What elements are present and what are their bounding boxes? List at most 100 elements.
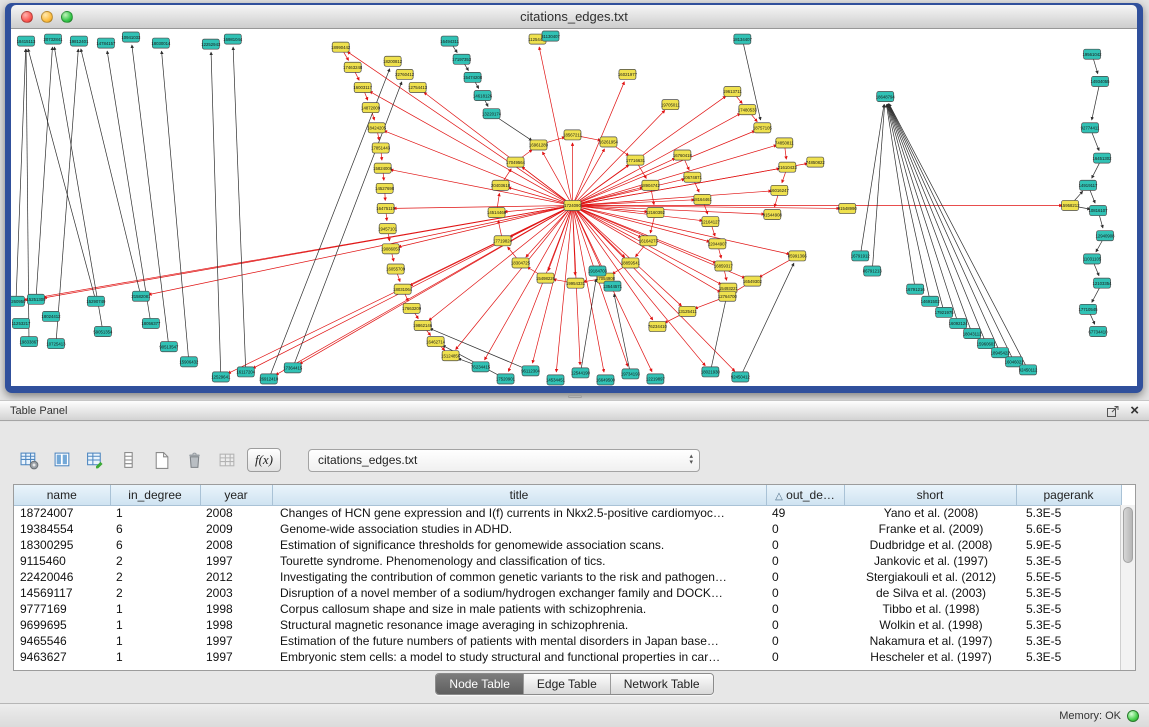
cell-title[interactable]: Investigating the contribution of common…: [272, 569, 766, 585]
cell-short[interactable]: Wolkin et al. (1998): [844, 617, 1016, 633]
close-panel-icon[interactable]: ×: [1130, 403, 1139, 418]
cell-out_degree[interactable]: 0: [766, 537, 844, 553]
cell-in_degree[interactable]: 2: [110, 585, 200, 601]
import-table-icon[interactable]: [214, 447, 240, 473]
table-row[interactable]: 946362711997Embryonic stem cells: a mode…: [14, 649, 1121, 665]
cell-out_degree[interactable]: 0: [766, 617, 844, 633]
close-window-button[interactable]: [21, 11, 33, 23]
cell-in_degree[interactable]: 1: [110, 617, 200, 633]
cell-name[interactable]: 9777169: [14, 601, 110, 617]
cell-in_degree[interactable]: 6: [110, 521, 200, 537]
cell-title[interactable]: Estimation of significance thresholds fo…: [272, 537, 766, 553]
table-row[interactable]: 1830029562008Estimation of significance …: [14, 537, 1121, 553]
cell-name[interactable]: 18724007: [14, 505, 110, 521]
cell-out_degree[interactable]: 0: [766, 569, 844, 585]
cell-year[interactable]: 1997: [200, 649, 272, 665]
table-row[interactable]: 1872400712008Changes of HCN gene express…: [14, 505, 1121, 521]
cell-year[interactable]: 2008: [200, 537, 272, 553]
cell-year[interactable]: 1997: [200, 633, 272, 649]
tab-edge-table[interactable]: Edge Table: [524, 674, 611, 694]
cell-pagerank[interactable]: 5.3E-5: [1016, 585, 1121, 601]
cell-name[interactable]: 9463627: [14, 649, 110, 665]
cell-pagerank[interactable]: 5.9E-5: [1016, 537, 1121, 553]
cell-out_degree[interactable]: 0: [766, 585, 844, 601]
table-row[interactable]: 946554611997Estimation of the future num…: [14, 633, 1121, 649]
cell-title[interactable]: Tourette syndrome. Phenomenology and cla…: [272, 553, 766, 569]
cell-title[interactable]: Genome-wide association studies in ADHD.: [272, 521, 766, 537]
cell-short[interactable]: Stergiakouli et al. (2012): [844, 569, 1016, 585]
table-selector[interactable]: citations_edges.txt ▴▾: [308, 449, 700, 472]
cell-in_degree[interactable]: 1: [110, 601, 200, 617]
cell-out_degree[interactable]: 0: [766, 633, 844, 649]
cell-year[interactable]: 2009: [200, 521, 272, 537]
cell-name[interactable]: 9465546: [14, 633, 110, 649]
cell-pagerank[interactable]: 5.5E-5: [1016, 569, 1121, 585]
cell-short[interactable]: Dudbridge et al. (2008): [844, 537, 1016, 553]
tab-node-table[interactable]: Node Table: [436, 674, 524, 694]
table-row[interactable]: 977716911998Corpus callosum shape and si…: [14, 601, 1121, 617]
network-view[interactable]: 1724090185672111626195417716631189047421…: [11, 29, 1137, 386]
cell-year[interactable]: 1997: [200, 553, 272, 569]
cell-out_degree[interactable]: 0: [766, 521, 844, 537]
cell-title[interactable]: Changes of HCN gene expression and I(f) …: [272, 505, 766, 521]
cell-title[interactable]: Estimation of the future numbers of pati…: [272, 633, 766, 649]
cell-out_degree[interactable]: 0: [766, 649, 844, 665]
cell-title[interactable]: Corpus callosum shape and size in male p…: [272, 601, 766, 617]
scrollbar-thumb[interactable]: [1123, 507, 1133, 563]
cell-short[interactable]: Hescheler et al. (1997): [844, 649, 1016, 665]
cell-in_degree[interactable]: 1: [110, 633, 200, 649]
cell-in_degree[interactable]: 2: [110, 569, 200, 585]
table-row[interactable]: 2242004622012Investigating the contribut…: [14, 569, 1121, 585]
cell-year[interactable]: 2008: [200, 505, 272, 521]
cell-out_degree[interactable]: 0: [766, 601, 844, 617]
cell-pagerank[interactable]: 5.3E-5: [1016, 633, 1121, 649]
cell-short[interactable]: Franke et al. (2009): [844, 521, 1016, 537]
cell-year[interactable]: 1998: [200, 617, 272, 633]
table-row[interactable]: 911546021997Tourette syndrome. Phenomeno…: [14, 553, 1121, 569]
cell-short[interactable]: Yano et al. (2008): [844, 505, 1016, 521]
column-settings-icon[interactable]: [16, 447, 42, 473]
new-table-icon[interactable]: [148, 447, 174, 473]
column-header-short[interactable]: short: [844, 485, 1016, 505]
cell-short[interactable]: Jankovic et al. (1997): [844, 553, 1016, 569]
cell-short[interactable]: Tibbo et al. (1998): [844, 601, 1016, 617]
cell-title[interactable]: Structural magnetic resonance image aver…: [272, 617, 766, 633]
cell-pagerank[interactable]: 5.3E-5: [1016, 505, 1121, 521]
cell-short[interactable]: de Silva et al. (2003): [844, 585, 1016, 601]
edit-columns-icon[interactable]: [82, 447, 108, 473]
delete-table-icon[interactable]: [181, 447, 207, 473]
cell-name[interactable]: 9699695: [14, 617, 110, 633]
cell-out_degree[interactable]: 0: [766, 553, 844, 569]
cell-pagerank[interactable]: 5.3E-5: [1016, 649, 1121, 665]
cell-in_degree[interactable]: 2: [110, 553, 200, 569]
float-panel-icon[interactable]: [1106, 404, 1120, 418]
cell-pagerank[interactable]: 5.6E-5: [1016, 521, 1121, 537]
minimize-window-button[interactable]: [41, 11, 53, 23]
table-row[interactable]: 1456911722003Disruption of a novel membe…: [14, 585, 1121, 601]
cell-year[interactable]: 1998: [200, 601, 272, 617]
cell-name[interactable]: 14569117: [14, 585, 110, 601]
cell-title[interactable]: Disruption of a novel member of a sodium…: [272, 585, 766, 601]
cell-out_degree[interactable]: 49: [766, 505, 844, 521]
cell-name[interactable]: 18300295: [14, 537, 110, 553]
table-row[interactable]: 969969511998Structural magnetic resonanc…: [14, 617, 1121, 633]
cell-title[interactable]: Embryonic stem cells: a model to study s…: [272, 649, 766, 665]
table-row[interactable]: 1938455462009Genome-wide association stu…: [14, 521, 1121, 537]
column-header-title[interactable]: title: [272, 485, 766, 505]
show-columns-icon[interactable]: [49, 447, 75, 473]
network-window-titlebar[interactable]: citations_edges.txt: [11, 5, 1137, 29]
cell-year[interactable]: 2012: [200, 569, 272, 585]
panel-splitter[interactable]: [0, 393, 1149, 400]
cell-name[interactable]: 19384554: [14, 521, 110, 537]
column-header-out_degree[interactable]: △ out_de…: [766, 485, 844, 505]
cell-in_degree[interactable]: 1: [110, 649, 200, 665]
cell-year[interactable]: 2003: [200, 585, 272, 601]
cell-short[interactable]: Nakamura et al. (1997): [844, 633, 1016, 649]
table-scrollbar[interactable]: [1120, 505, 1135, 671]
function-builder-button[interactable]: f(x): [247, 448, 281, 472]
column-header-year[interactable]: year: [200, 485, 272, 505]
row-options-icon[interactable]: [115, 447, 141, 473]
cell-pagerank[interactable]: 5.3E-5: [1016, 601, 1121, 617]
column-header-name[interactable]: name: [14, 485, 110, 505]
cell-in_degree[interactable]: 6: [110, 537, 200, 553]
